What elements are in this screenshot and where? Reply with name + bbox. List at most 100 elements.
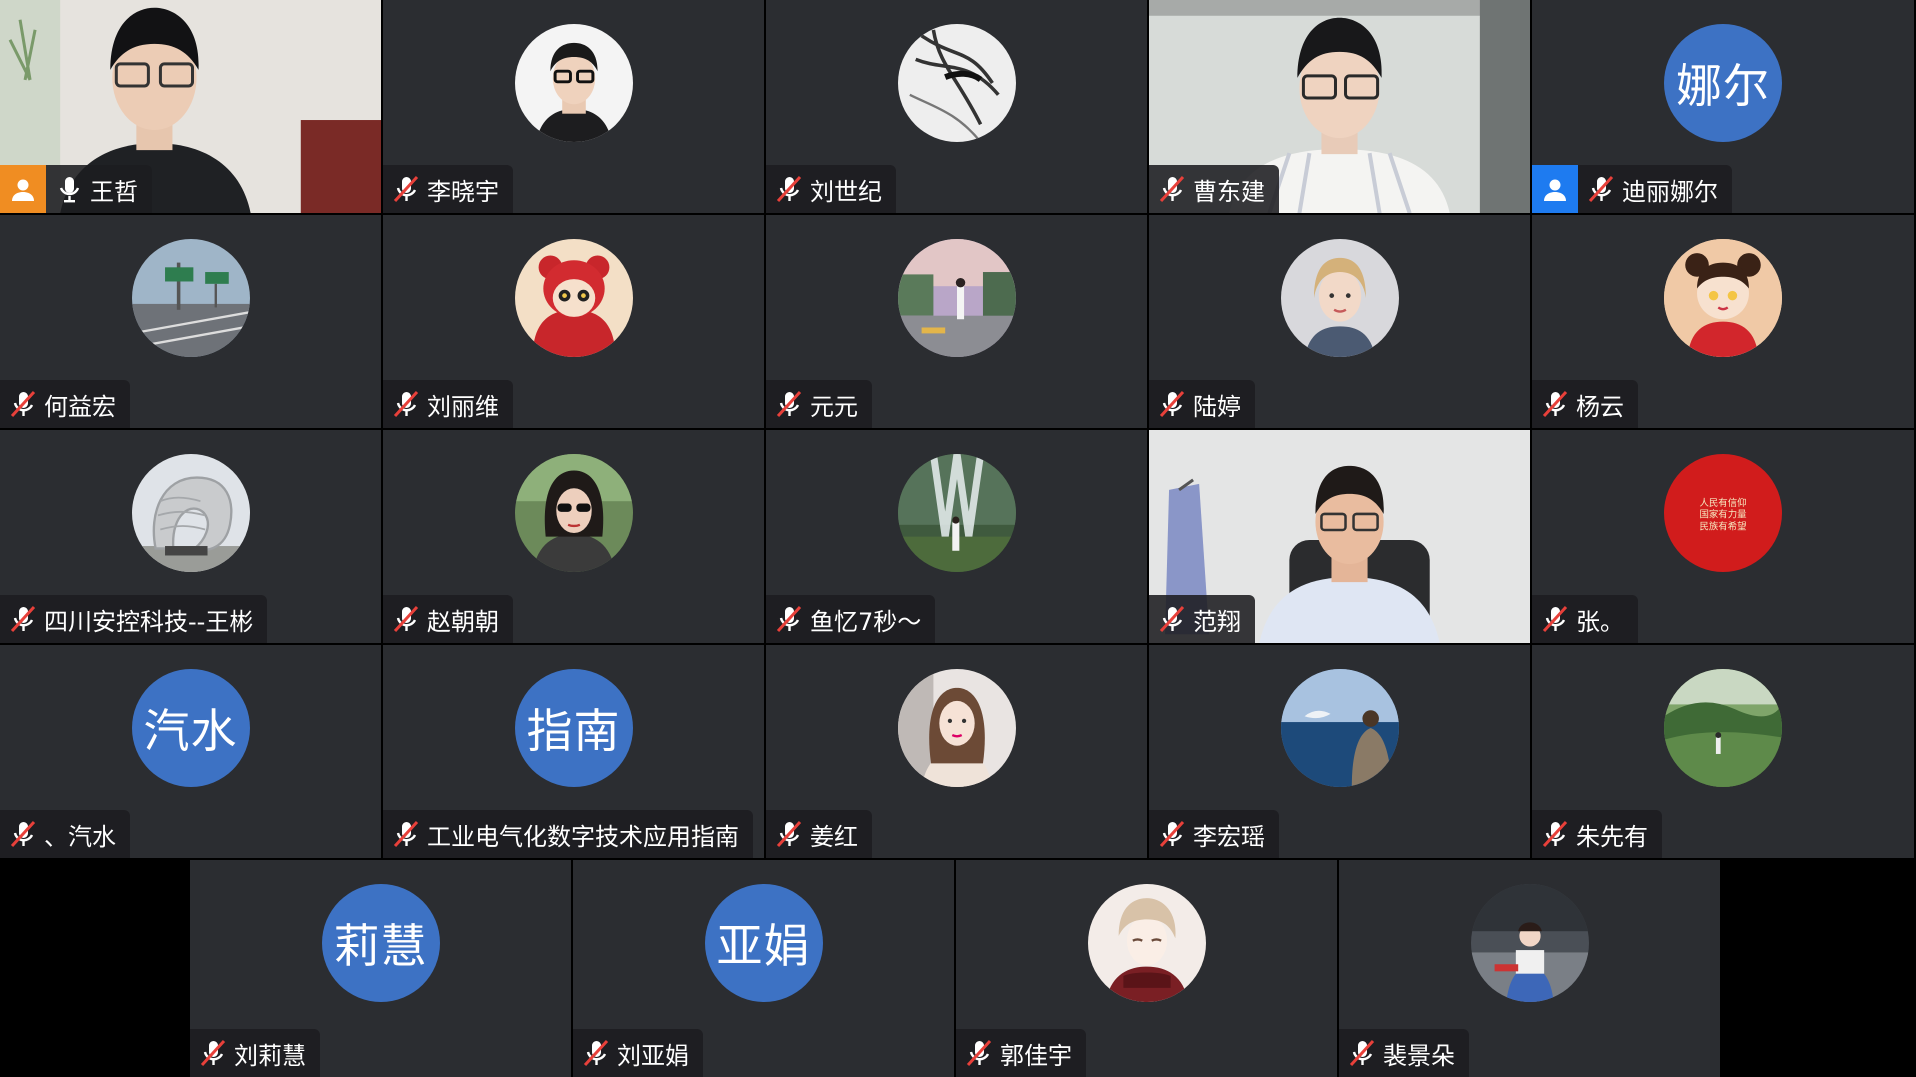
name-tag: 刘世纪 [766, 165, 896, 213]
participant-tile[interactable]: 指南工业电气化数字技术应用指南 [383, 645, 764, 858]
avatar [1664, 239, 1782, 357]
microphone-muted-icon [391, 174, 421, 204]
name-tag: 李宏瑶 [1149, 810, 1279, 858]
participant-tile[interactable]: 娜尔迪丽娜尔 [1532, 0, 1914, 213]
participant-name: 郭佳宇 [1000, 1041, 1072, 1070]
microphone-muted-icon [391, 604, 421, 634]
avatar-text: 娜尔 [1676, 59, 1770, 113]
name-tag: 四川安控科技--王彬 [0, 595, 268, 643]
avatar: 亚娟 [704, 884, 823, 1002]
participant-name: 张。 [1576, 607, 1624, 636]
name-tag: 范翔 [1149, 595, 1255, 643]
participant-tile[interactable]: 范翔 [1149, 430, 1530, 643]
participant-tile[interactable]: 李宏瑶 [1149, 645, 1530, 858]
avatar-text: 莉慧 [333, 919, 428, 973]
avatar: 娜尔 [1664, 24, 1782, 142]
participant-name: 李晓宇 [427, 177, 499, 206]
participant-tile[interactable]: 汽水、汽水 [0, 645, 381, 858]
participant-tile[interactable]: 元元 [766, 215, 1147, 428]
name-tag: 迪丽娜尔 [1532, 165, 1732, 213]
participant-tile[interactable]: 亚娟刘亚娟 [573, 860, 954, 1077]
name-tag: 赵朝朝 [383, 595, 513, 643]
name-tag: 朱先有 [1532, 810, 1662, 858]
microphone-muted-icon [1157, 389, 1187, 419]
participant-name: 何益宏 [44, 392, 116, 421]
name-tag: 裴景朵 [1339, 1029, 1469, 1077]
name-tag: 李晓宇 [383, 165, 513, 213]
name-tag: 陆婷 [1149, 380, 1255, 428]
participant-name: 姜红 [810, 822, 858, 851]
participant-name: 元元 [810, 392, 858, 421]
participant-name: 王哲 [90, 177, 138, 206]
participant-tile[interactable]: 人民有信仰 国家有力量 民族有希望张。 [1532, 430, 1914, 643]
participant-tile[interactable]: 鱼忆7秒～ [766, 430, 1147, 643]
participant-tile[interactable]: 裴景朵 [1339, 860, 1720, 1077]
participant-name: 陆婷 [1193, 392, 1241, 421]
participant-tile[interactable]: 刘世纪 [766, 0, 1147, 213]
avatar: 人民有信仰 国家有力量 民族有希望 [1664, 454, 1782, 572]
avatar-caption: 民族有希望 [1699, 521, 1746, 533]
avatar-caption: 人民有信仰 [1699, 497, 1746, 509]
avatar [514, 239, 633, 357]
avatar-text: 汽水 [143, 704, 238, 758]
participant-tile[interactable]: 刘丽维 [383, 215, 764, 428]
participant-tile[interactable]: 姜红 [766, 645, 1147, 858]
name-tag: 刘亚娟 [573, 1029, 703, 1077]
avatar [1280, 239, 1399, 357]
avatar [514, 454, 633, 572]
participant-name: 范翔 [1193, 607, 1241, 636]
avatar-text: 指南 [526, 704, 621, 758]
host-icon [0, 165, 46, 213]
microphone-muted-icon [774, 174, 804, 204]
participant-name: 工业电气化数字技术应用指南 [427, 822, 739, 851]
participant-tile[interactable]: 赵朝朝 [383, 430, 764, 643]
avatar [897, 24, 1016, 142]
avatar [131, 239, 250, 357]
participant-tile[interactable]: 杨云 [1532, 215, 1914, 428]
avatar-text: 亚娟 [716, 919, 811, 973]
participant-tile[interactable]: 王哲 [0, 0, 381, 213]
participant-name: 刘世纪 [810, 177, 882, 206]
microphone-muted-icon [774, 389, 804, 419]
name-tag: 工业电气化数字技术应用指南 [383, 810, 753, 858]
participant-name: 刘丽维 [427, 392, 499, 421]
microphone-muted-icon [1347, 1038, 1377, 1068]
avatar [131, 454, 250, 572]
participant-tile[interactable]: 陆婷 [1149, 215, 1530, 428]
participant-name: 刘莉慧 [234, 1041, 306, 1070]
avatar [1280, 669, 1399, 787]
participant-tile[interactable]: 莉慧刘莉慧 [190, 860, 571, 1077]
microphone-muted-icon [391, 819, 421, 849]
participant-tile[interactable]: 郭佳宇 [956, 860, 1337, 1077]
avatar: 指南 [514, 669, 633, 787]
participant-tile[interactable]: 四川安控科技--王彬 [0, 430, 381, 643]
name-tag: 何益宏 [0, 380, 130, 428]
name-tag: 王哲 [0, 165, 152, 213]
participant-name: 朱先有 [1576, 822, 1648, 851]
microphone-muted-icon [1540, 604, 1570, 634]
participant-name: 赵朝朝 [427, 607, 499, 636]
name-tag: 姜红 [766, 810, 872, 858]
participant-name: 裴景朵 [1383, 1041, 1455, 1070]
microphone-muted-icon [391, 389, 421, 419]
avatar [897, 669, 1016, 787]
participant-name: 鱼忆7秒～ [810, 607, 922, 636]
name-tag: 刘莉慧 [190, 1029, 320, 1077]
participant-tile[interactable]: 李晓宇 [383, 0, 764, 213]
avatar [1664, 669, 1782, 787]
participant-tile[interactable]: 朱先有 [1532, 645, 1914, 858]
microphone-muted-icon [1157, 604, 1187, 634]
name-tag: 刘丽维 [383, 380, 513, 428]
participant-tile[interactable]: 曹东建 [1149, 0, 1530, 213]
participant-name: 迪丽娜尔 [1622, 177, 1718, 206]
microphone-muted-icon [1157, 819, 1187, 849]
microphone-muted-icon [774, 819, 804, 849]
name-tag: 、汽水 [0, 810, 130, 858]
participant-name: 杨云 [1576, 392, 1624, 421]
participant-tile[interactable]: 何益宏 [0, 215, 381, 428]
microphone-muted-icon [1540, 389, 1570, 419]
avatar [897, 454, 1016, 572]
microphone-muted-icon [964, 1038, 994, 1068]
microphone-muted-icon [8, 604, 38, 634]
video-grid: 王哲 李晓宇 刘世纪 曹东建 娜尔 迪丽娜尔 何益宏 刘丽维 元元 陆婷 杨云 四川安控科技--王彬 赵… [0, 0, 1916, 1077]
